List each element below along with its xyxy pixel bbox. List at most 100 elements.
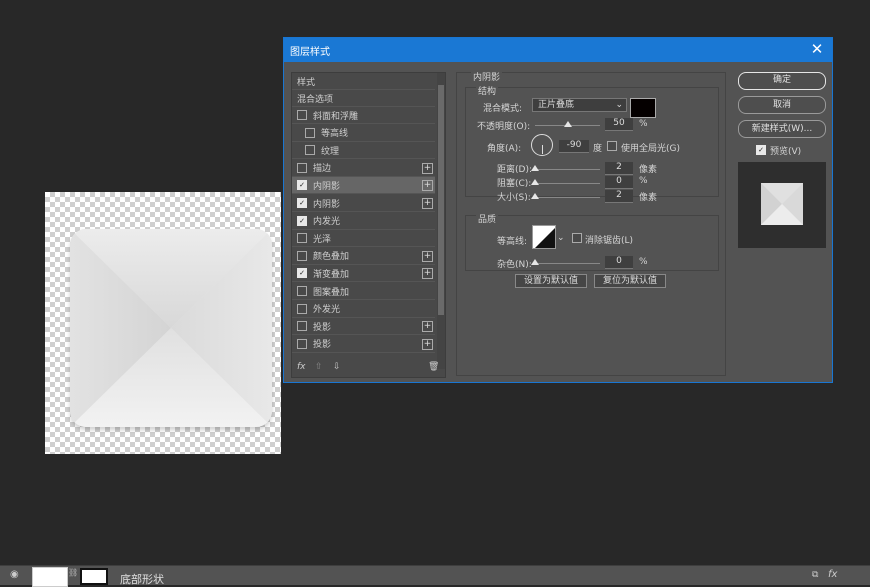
contour-label: 等高线:	[497, 237, 528, 247]
style-checkbox[interactable]	[297, 321, 307, 332]
style-checkbox[interactable]: ✓	[297, 268, 307, 279]
layer-mask-thumbnail[interactable]	[80, 568, 108, 585]
list-scrollbar-thumb[interactable]	[438, 85, 444, 315]
distance-unit: 像素	[639, 165, 658, 175]
style-checkbox[interactable]	[297, 233, 307, 244]
style-item[interactable]: 光泽	[292, 230, 435, 248]
add-style-icon[interactable]: +	[422, 198, 433, 209]
angle-label: 角度(A):	[487, 144, 522, 154]
choke-field[interactable]: 0	[605, 176, 633, 189]
opacity-slider-knob[interactable]	[563, 121, 572, 127]
trash-icon[interactable]: 🗑	[428, 362, 439, 372]
contour-chevron-icon[interactable]: ⌄	[557, 233, 565, 243]
distance-slider[interactable]	[535, 169, 600, 170]
set-default-button[interactable]: 设置为默认值	[515, 274, 587, 288]
style-preview	[738, 162, 826, 248]
style-item[interactable]: 颜色叠加 +	[292, 248, 435, 265]
distance-slider-knob[interactable]	[531, 165, 539, 171]
move-down-icon[interactable]: ⇩	[333, 362, 341, 372]
cancel-button[interactable]: 取消	[738, 96, 826, 114]
add-style-icon[interactable]: +	[422, 162, 433, 174]
style-item[interactable]: ✓ 内阴影 +	[292, 177, 435, 195]
noise-slider[interactable]	[535, 263, 600, 264]
shadow-color-swatch[interactable]	[630, 98, 656, 118]
new-style-button[interactable]: 新建样式(W)...	[738, 120, 826, 138]
choke-unit: %	[639, 176, 648, 186]
layer-name[interactable]: 底部形状	[120, 571, 164, 587]
style-item[interactable]: 斜面和浮雕	[292, 107, 435, 124]
style-item-label: 描边	[313, 164, 332, 175]
style-checkbox[interactable]: ✓	[297, 215, 307, 226]
style-checkbox[interactable]	[297, 110, 307, 120]
style-checkbox[interactable]: ✓	[297, 180, 307, 191]
style-checkbox[interactable]	[297, 303, 307, 314]
noise-field[interactable]: 0	[605, 256, 633, 269]
shape-tile	[70, 229, 272, 427]
preview-label: 预览(V)	[770, 147, 802, 157]
angle-field[interactable]: -90	[559, 140, 589, 153]
noise-slider-knob[interactable]	[531, 259, 539, 265]
style-item[interactable]: 投影 +	[292, 318, 435, 336]
reset-default-button[interactable]: 复位为默认值	[594, 274, 666, 288]
choke-slider[interactable]	[535, 183, 600, 184]
style-checkbox[interactable]	[297, 338, 307, 349]
style-checkbox[interactable]	[297, 250, 307, 261]
size-slider-knob[interactable]	[531, 193, 539, 199]
choke-slider-knob[interactable]	[531, 179, 539, 185]
size-field[interactable]: 2	[605, 190, 633, 203]
style-checkbox[interactable]: ✓	[297, 198, 307, 208]
style-item-label: 内阴影	[313, 199, 341, 210]
chevron-down-icon: ⌄	[615, 100, 623, 110]
add-style-icon[interactable]: +	[422, 250, 433, 262]
list-footer: fx ⇧ ⇩ 🗑	[291, 362, 446, 376]
add-style-icon[interactable]: +	[422, 268, 433, 280]
angle-dial[interactable]	[531, 134, 553, 156]
blend-mode-label: 混合模式:	[483, 104, 523, 114]
dialog-title: 图层样式	[290, 46, 330, 58]
fx-button[interactable]: fx	[297, 362, 306, 372]
add-style-icon[interactable]: +	[422, 321, 433, 333]
style-item[interactable]: ✓ 内阴影 +	[292, 195, 435, 212]
canvas-document	[45, 192, 281, 454]
style-item[interactable]: 投影 +	[292, 336, 435, 353]
noise-unit: %	[639, 257, 648, 267]
close-icon[interactable]: ✕	[808, 40, 826, 58]
quality-title: 品质	[476, 212, 499, 225]
blend-mode-select[interactable]: 正片叠底 ⌄	[532, 98, 627, 112]
style-checkbox[interactable]	[297, 286, 307, 296]
move-up-icon[interactable]: ⇧	[315, 362, 323, 372]
antialias-checkbox[interactable]	[572, 233, 582, 243]
style-item[interactable]: ✓ 渐变叠加 +	[292, 265, 435, 283]
eye-icon[interactable]: ◉	[10, 569, 19, 580]
style-checkbox[interactable]	[305, 127, 315, 138]
opacity-field[interactable]: 50	[605, 118, 633, 131]
section-title: 内阴影	[471, 70, 503, 83]
global-light-checkbox[interactable]	[607, 141, 617, 151]
distance-field[interactable]: 2	[605, 162, 633, 175]
style-item-label: 投影	[313, 340, 332, 351]
style-item[interactable]: 图案叠加	[292, 283, 435, 300]
ok-button[interactable]: 确定	[738, 72, 826, 90]
size-slider[interactable]	[535, 197, 600, 198]
add-style-icon[interactable]: +	[422, 180, 433, 192]
style-item[interactable]: 等高线	[292, 125, 435, 142]
style-checkbox[interactable]	[297, 162, 307, 173]
fx-badge-icon: fx	[828, 569, 838, 580]
style-item[interactable]: 纹理	[292, 142, 435, 160]
style-item[interactable]: 外发光	[292, 301, 435, 318]
choke-label: 阻塞(C):	[497, 179, 532, 189]
add-style-icon[interactable]: +	[422, 338, 433, 350]
layer-thumbnail[interactable]	[32, 567, 68, 587]
opacity-label: 不透明度(O):	[477, 122, 531, 132]
style-item[interactable]: ✓ 内发光	[292, 213, 435, 230]
layer-effects-icon[interactable]: ⧉	[812, 570, 818, 580]
blend-options-item[interactable]: 混合选项	[292, 90, 435, 107]
style-item-label: 斜面和浮雕	[313, 111, 359, 122]
style-item-label: 图案叠加	[313, 287, 350, 298]
style-item-label: 内发光	[313, 217, 341, 228]
styles-header[interactable]: 样式	[292, 73, 435, 90]
style-checkbox[interactable]	[305, 145, 315, 156]
style-item[interactable]: 描边 +	[292, 160, 435, 177]
preview-checkbox[interactable]: ✓	[756, 145, 766, 155]
contour-picker[interactable]	[532, 225, 556, 249]
